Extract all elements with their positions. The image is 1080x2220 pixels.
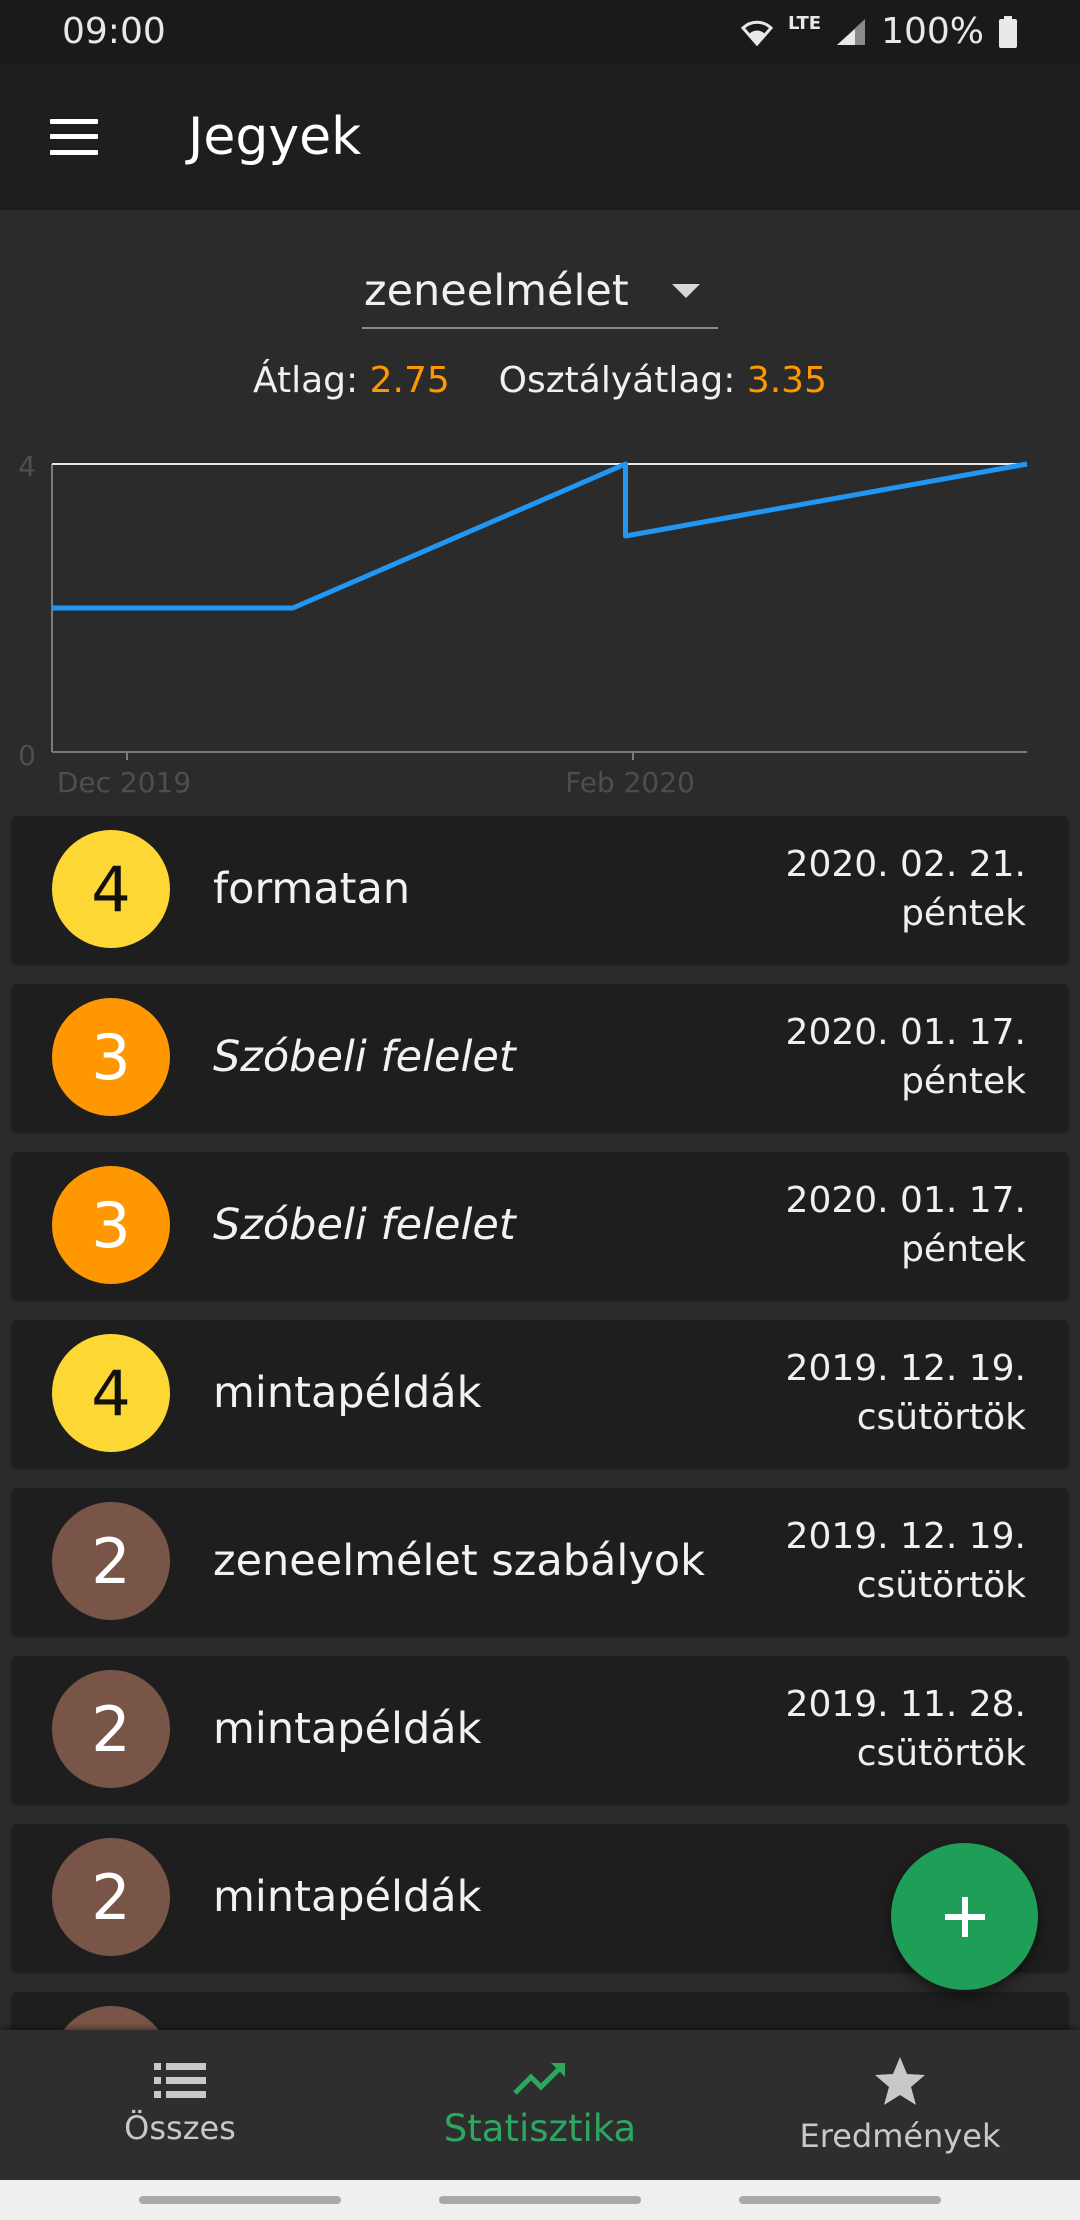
star-icon xyxy=(875,2057,925,2105)
nav-label-eredmenyek: Eredmények xyxy=(799,2117,1001,2155)
trending-up-icon xyxy=(513,2062,565,2095)
grade-description: Szóbeli felelet xyxy=(213,1032,516,1082)
grade-date-text: 2019. 12. 19. xyxy=(785,1516,1026,1557)
grade-badge: 2 xyxy=(52,1838,170,1956)
grade-badge: 4 xyxy=(52,1334,170,1452)
grade-date-text: 2019. 12. 19. xyxy=(785,1348,1026,1389)
grade-weekday: csütörtök xyxy=(856,1397,1026,1438)
system-home-button[interactable] xyxy=(439,2196,641,2204)
grade-list-item[interactable]: 4 formatan 2020. 02. 21. péntek xyxy=(12,816,1068,962)
grade-date-text: 2020. 02. 21. xyxy=(785,844,1026,885)
grade-list-item[interactable]: 3 Szóbeli felelet 2020. 01. 17. péntek xyxy=(12,984,1068,1130)
x-tick-label-dec: Dec 2019 xyxy=(57,766,191,799)
grade-weekday: csütörtök xyxy=(856,1565,1026,1606)
x-tick-label-feb: Feb 2020 xyxy=(565,766,695,799)
plus-icon xyxy=(944,1896,985,1937)
page-title: Jegyek xyxy=(188,106,362,167)
grade-list-item[interactable] xyxy=(12,1992,1068,2030)
nav-label-osszes: Összes xyxy=(124,2109,236,2147)
grade-badge: 3 xyxy=(52,1166,170,1284)
grade-badge xyxy=(52,2006,170,2030)
grade-description: Szóbeli felelet xyxy=(213,1200,516,1250)
grade-badge: 3 xyxy=(52,998,170,1116)
nav-label-statisztika: Statisztika xyxy=(443,2106,637,2150)
battery-icon xyxy=(999,15,1017,48)
battery-percent: 100% xyxy=(881,11,984,52)
status-indicators: LTE 100% xyxy=(740,11,1018,52)
grade-description: mintapéldák xyxy=(213,1704,482,1754)
grade-list-item[interactable]: 2 mintapéldák 2019. 11. 28. csütörtök xyxy=(12,1656,1068,1802)
system-recents-button[interactable] xyxy=(139,2196,341,2204)
grade-list-item[interactable]: 3 Szóbeli felelet 2020. 01. 17. péntek xyxy=(12,1152,1068,1298)
class-average-label: Osztályátlag: xyxy=(498,360,736,401)
average-value: 2.75 xyxy=(369,360,450,401)
grade-date: 2019. 12. 19. csütörtök xyxy=(786,1344,1026,1442)
grade-weekday: péntek xyxy=(901,1229,1026,1270)
subject-selected: zeneelmélet xyxy=(364,266,629,316)
grade-description: zeneelmélet szabályok xyxy=(213,1536,705,1586)
y-tick-label-bottom: 0 xyxy=(18,739,36,772)
grade-list-item[interactable]: 2 zeneelmélet szabályok 2019. 12. 19. csütö… xyxy=(12,1488,1068,1634)
network-type: LTE xyxy=(788,13,822,34)
y-tick-label-top: 4 xyxy=(18,450,36,483)
nav-item-statisztika[interactable]: Statisztika xyxy=(360,2030,720,2180)
average-label: Átlag: xyxy=(253,360,359,401)
nav-item-osszes[interactable]: Összes xyxy=(0,2030,360,2180)
dropdown-arrow-icon xyxy=(672,284,700,298)
system-navigation-bar xyxy=(0,2180,1080,2220)
grade-chart: 4 0 Dec 2019 Feb 2020 xyxy=(18,450,1028,799)
grade-date-text: 2020. 01. 17. xyxy=(785,1012,1026,1053)
subject-dropdown[interactable]: zeneelmélet xyxy=(362,255,718,329)
class-average-value: 3.35 xyxy=(746,360,827,401)
grade-description: formatan xyxy=(213,864,411,914)
grade-list-item[interactable]: 4 mintapéldák 2019. 12. 19. csütörtök xyxy=(12,1320,1068,1466)
grade-series-line xyxy=(52,461,1028,611)
grade-date: 2019. 12. 19. csütörtök xyxy=(786,1512,1026,1610)
grade-badge: 2 xyxy=(52,1502,170,1620)
grade-date: 2020. 02. 21. péntek xyxy=(786,840,1026,938)
list-icon xyxy=(154,2063,206,2098)
grade-date: 2020. 01. 17. péntek xyxy=(786,1008,1026,1106)
system-back-button[interactable] xyxy=(739,2196,941,2204)
status-time: 09:00 xyxy=(62,11,166,52)
app-bar: Jegyek xyxy=(0,63,1080,210)
hamburger-menu-icon[interactable] xyxy=(50,118,98,155)
averages-row: Átlag: 2.75 Osztályátlag: 3.35 xyxy=(0,360,1080,401)
grade-date-text: 2019. 11. 28. xyxy=(785,1684,1026,1725)
signal-icon xyxy=(837,18,866,45)
grade-weekday: csütörtök xyxy=(856,1733,1026,1774)
grade-badge: 2 xyxy=(52,1670,170,1788)
nav-item-eredmenyek[interactable]: Eredmények xyxy=(720,2030,1080,2180)
grade-list: 4 formatan 2020. 02. 21. péntek 3 Szóbeli fel… xyxy=(0,810,1080,2030)
status-bar: 09:00 LTE 100% xyxy=(0,0,1080,63)
wifi-icon xyxy=(740,20,774,46)
grade-badge: 4 xyxy=(52,830,170,948)
grade-date-text: 2020. 01. 17. xyxy=(785,1180,1026,1221)
grade-weekday: péntek xyxy=(901,893,1026,934)
grade-date: 2020. 01. 17. péntek xyxy=(786,1176,1026,1274)
grade-date: 2019. 11. 28. csütörtök xyxy=(786,1680,1026,1778)
grade-description: mintapéldák xyxy=(213,1368,482,1418)
grade-description: mintapéldák xyxy=(213,1872,482,1922)
grade-weekday: péntek xyxy=(901,1061,1026,1102)
add-grade-button[interactable] xyxy=(891,1843,1038,1990)
bottom-navigation: Összes Statisztika Eredmények xyxy=(0,2030,1080,2180)
